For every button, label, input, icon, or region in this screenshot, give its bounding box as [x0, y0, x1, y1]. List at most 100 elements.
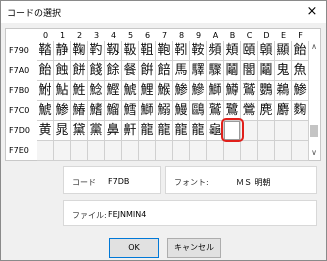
- char-cell[interactable]: 靮: [88, 41, 105, 61]
- char-cell[interactable]: 靱: [105, 41, 122, 61]
- char-cell[interactable]: 頻: [207, 41, 224, 61]
- char-cell[interactable]: 鬼: [275, 61, 292, 81]
- char-cell[interactable]: 鷲: [207, 101, 224, 121]
- cancel-button[interactable]: キャンセル: [167, 238, 221, 258]
- char-cell[interactable]: [122, 141, 139, 161]
- char-cell[interactable]: 餠: [139, 61, 156, 81]
- char-cell[interactable]: 鯸: [156, 81, 173, 101]
- char-cell[interactable]: 麝: [275, 101, 292, 121]
- char-cell[interactable]: 鷲: [241, 81, 258, 101]
- char-cell[interactable]: 餅: [71, 61, 88, 81]
- char-cell[interactable]: 鼾: [122, 121, 139, 141]
- char-cell[interactable]: 鰹: [105, 81, 122, 101]
- char-cell[interactable]: [292, 141, 309, 161]
- char-cell[interactable]: 龍: [139, 121, 156, 141]
- char-cell[interactable]: 静: [54, 41, 71, 61]
- char-cell[interactable]: [207, 141, 224, 161]
- char-cell[interactable]: 鰤: [139, 101, 156, 121]
- char-cell[interactable]: 鰭: [88, 101, 105, 121]
- ok-button[interactable]: OK: [109, 238, 159, 258]
- char-cell[interactable]: 驟: [207, 61, 224, 81]
- char-cell[interactable]: [139, 141, 156, 161]
- char-cell[interactable]: 龍: [156, 121, 173, 141]
- char-cell[interactable]: 鮎: [54, 81, 71, 101]
- char-cell[interactable]: 麂: [258, 101, 275, 121]
- char-cell[interactable]: [258, 141, 275, 161]
- char-cell[interactable]: 顯: [275, 41, 292, 61]
- char-cell[interactable]: 鵜: [275, 81, 292, 101]
- char-cell[interactable]: 鰻: [173, 101, 190, 121]
- scroll-down-icon[interactable]: ∨: [308, 147, 320, 159]
- char-cell[interactable]: [105, 141, 122, 161]
- char-cell[interactable]: 鬮: [258, 61, 275, 81]
- char-cell[interactable]: 鬮: [224, 61, 241, 81]
- char-cell[interactable]: 麴: [292, 101, 309, 121]
- char-cell[interactable]: 餢: [156, 61, 173, 81]
- char-cell[interactable]: 鞠: [71, 41, 88, 61]
- scroll-up-icon[interactable]: ∧: [308, 41, 320, 53]
- char-cell[interactable]: [275, 121, 292, 141]
- char-cell[interactable]: 飴: [37, 61, 54, 81]
- char-cell[interactable]: [156, 141, 173, 161]
- char-cell[interactable]: [292, 121, 309, 141]
- char-cell[interactable]: 馬: [173, 61, 190, 81]
- char-cell[interactable]: [88, 141, 105, 161]
- char-cell[interactable]: 靷: [173, 41, 190, 61]
- char-cell[interactable]: 黄: [37, 121, 54, 141]
- char-cell[interactable]: 鰺: [190, 81, 207, 101]
- char-cell[interactable]: 靸: [122, 41, 139, 61]
- char-cell[interactable]: 鱒: [224, 81, 241, 101]
- char-cell[interactable]: 鼻: [105, 121, 122, 141]
- char-cell[interactable]: 鞄: [156, 41, 173, 61]
- char-cell[interactable]: [71, 141, 88, 161]
- char-cell[interactable]: 鞍: [190, 41, 207, 61]
- char-cell[interactable]: 顊: [258, 41, 275, 61]
- vertical-scrollbar[interactable]: ∧ ∨: [308, 41, 320, 159]
- char-cell[interactable]: 靻: [139, 41, 156, 61]
- char-cell[interactable]: 闇: [241, 61, 258, 81]
- char-cell[interactable]: 鰤: [207, 81, 224, 101]
- char-cell[interactable]: [173, 141, 190, 161]
- char-cell[interactable]: 鶯: [241, 101, 258, 121]
- char-cell[interactable]: 餘: [105, 61, 122, 81]
- character-grid: ∧ ∨ 0 1 2 3 4 5 6 7 8 9 A B C D E F F790 鞜静鞠靮靱靸靻鞄靷鞍頻頬頤顊顯飴…: [5, 28, 321, 161]
- char-cell[interactable]: [258, 121, 275, 141]
- char-cell[interactable]: 鮏: [71, 81, 88, 101]
- close-icon[interactable]: ×: [298, 1, 326, 23]
- char-cell[interactable]: 驛: [190, 61, 207, 81]
- char-cell[interactable]: [275, 141, 292, 161]
- char-cell[interactable]: 鰡: [105, 101, 122, 121]
- scroll-thumb[interactable]: [310, 125, 318, 137]
- char-cell[interactable]: [241, 141, 258, 161]
- char-cell[interactable]: 鞜: [37, 41, 54, 61]
- char-cell[interactable]: 頬: [224, 41, 241, 61]
- char-cell[interactable]: 鸚: [258, 81, 275, 101]
- char-cell[interactable]: 頤: [241, 41, 258, 61]
- char-cell[interactable]: [37, 141, 54, 161]
- char-cell[interactable]: 黛: [71, 121, 88, 141]
- char-cell[interactable]: 魚: [292, 61, 309, 81]
- char-cell[interactable]: 鰆: [71, 101, 88, 121]
- char-cell[interactable]: 鯵: [292, 81, 309, 101]
- char-cell[interactable]: 蝕: [54, 61, 71, 81]
- char-cell[interactable]: 鯱: [122, 81, 139, 101]
- char-cell[interactable]: 鯱: [37, 101, 54, 121]
- char-cell[interactable]: 龍: [190, 121, 207, 141]
- char-cell[interactable]: 鮒: [37, 81, 54, 101]
- char-cell[interactable]: 鯵: [54, 101, 71, 121]
- char-cell[interactable]: 鱈: [122, 101, 139, 121]
- char-cell[interactable]: [224, 141, 241, 161]
- char-cell[interactable]: 鯰: [88, 81, 105, 101]
- char-cell[interactable]: 龍: [173, 121, 190, 141]
- char-cell[interactable]: 鯉: [139, 81, 156, 101]
- char-cell[interactable]: [190, 141, 207, 161]
- char-cell[interactable]: 晁: [54, 121, 71, 141]
- char-cell[interactable]: 鰯: [156, 101, 173, 121]
- char-cell[interactable]: 餐: [122, 61, 139, 81]
- char-cell[interactable]: 鷗: [190, 101, 207, 121]
- char-cell[interactable]: 餞: [88, 61, 105, 81]
- char-cell[interactable]: 黨: [88, 121, 105, 141]
- char-cell[interactable]: 鯵: [173, 81, 190, 101]
- char-cell[interactable]: 飴: [292, 41, 309, 61]
- char-cell[interactable]: [54, 141, 71, 161]
